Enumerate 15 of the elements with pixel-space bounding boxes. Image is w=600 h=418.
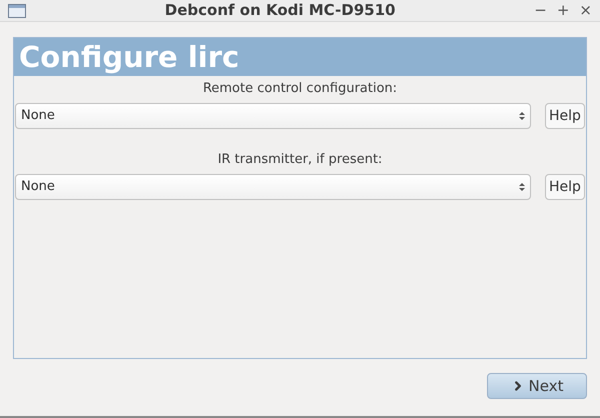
select-field[interactable]: None: [15, 174, 531, 200]
page-heading: Configure lirc: [19, 42, 240, 72]
question-label: IR transmitter, if present:: [216, 151, 384, 169]
window-control[interactable]: ×: [579, 3, 592, 18]
question-label: Remote control configuration:: [202, 80, 398, 98]
help-button[interactable]: Help: [545, 103, 585, 129]
spinner-icon: [519, 182, 525, 192]
window-icon: [8, 4, 26, 18]
window-title: Debconf on Kodi MC-D9510: [164, 0, 396, 22]
window-control[interactable]: +: [556, 3, 570, 18]
window-control[interactable]: −: [534, 3, 547, 18]
help-button[interactable]: Help: [545, 174, 585, 200]
select-field[interactable]: None: [15, 103, 531, 129]
next-button[interactable]: Next: [487, 373, 587, 399]
spinner-icon: [519, 111, 525, 121]
